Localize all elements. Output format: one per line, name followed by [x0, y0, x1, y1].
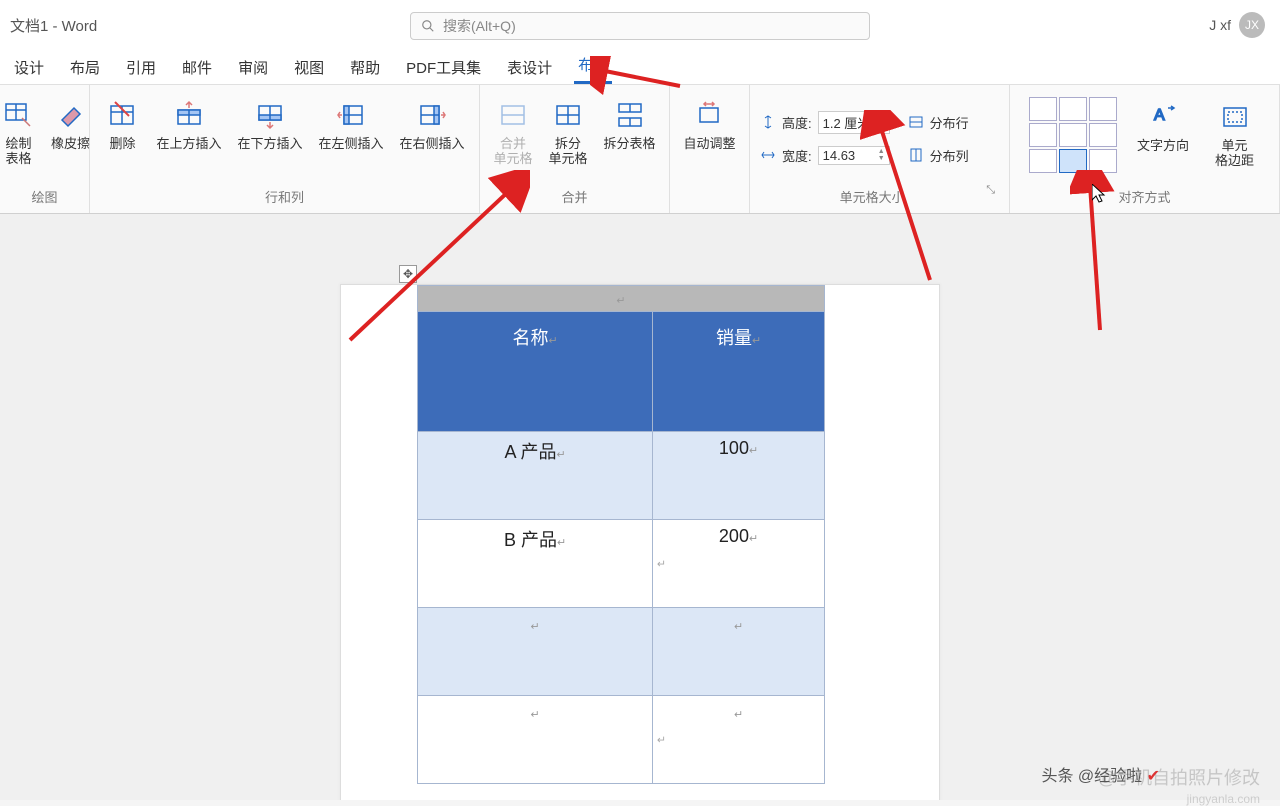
autofit-icon — [691, 97, 727, 133]
titlebar: 文档1 - Word 搜索(Alt+Q) J xf JX — [0, 0, 1280, 50]
document-canvas[interactable]: ✥ ↵ 名称↵↵ 销量↵ A 产品↵↵ 100↵ B 产品↵↵ 200↵ ↵↵ … — [0, 214, 1280, 800]
align-bc[interactable] — [1059, 149, 1087, 173]
merge-cells-button: 合并 单元格 — [487, 95, 538, 169]
tab-pdftools[interactable]: PDF工具集 — [402, 51, 485, 84]
insert-right-button[interactable]: 在右侧插入 — [394, 95, 471, 154]
table-cell[interactable]: ↵ — [653, 696, 825, 784]
cell-margins-button[interactable]: 单元 格边距 — [1209, 97, 1260, 171]
distribute-rows-button[interactable]: 分布行 — [908, 111, 969, 134]
height-icon — [760, 114, 776, 130]
search-icon — [421, 19, 435, 33]
split-cells-button[interactable]: 拆分 单元格 — [542, 95, 593, 169]
tab-view[interactable]: 视图 — [290, 51, 328, 84]
align-mc[interactable] — [1059, 123, 1087, 147]
group-label-draw: 绘图 — [2, 184, 87, 209]
group-label-cellsize: 单元格大小 — [758, 184, 986, 209]
document-title: 文档1 - Word — [10, 15, 97, 36]
table-cell[interactable]: ↵ — [653, 608, 825, 696]
search-input[interactable]: 搜索(Alt+Q) — [410, 12, 870, 40]
table-cell[interactable]: ↵↵ — [418, 696, 653, 784]
align-tr[interactable] — [1089, 97, 1117, 121]
autofit-button[interactable]: 自动调整 — [677, 95, 741, 154]
tab-references[interactable]: 引用 — [122, 51, 160, 84]
tab-mailings[interactable]: 邮件 — [178, 51, 216, 84]
watermark-brand: 头条 @经验啦 ✔ — [1041, 762, 1160, 786]
cursor-icon — [1092, 184, 1108, 204]
insert-left-button[interactable]: 在左侧插入 — [313, 95, 390, 154]
avatar: JX — [1239, 12, 1265, 38]
group-label-merge: 合并 — [482, 184, 667, 209]
tab-layout[interactable]: 布局 — [66, 51, 104, 84]
group-autofit: 自动调整 — [670, 85, 750, 213]
table-header-sales[interactable]: 销量↵ — [653, 312, 825, 432]
document-table[interactable]: ↵ 名称↵↵ 销量↵ A 产品↵↵ 100↵ B 产品↵↵ 200↵ ↵↵ ↵ … — [417, 285, 825, 784]
cellsize-dialog-launcher[interactable]: ⤡ — [986, 184, 1001, 209]
page: ✥ ↵ 名称↵↵ 销量↵ A 产品↵↵ 100↵ B 产品↵↵ 200↵ ↵↵ … — [340, 284, 940, 800]
cell-margins-icon — [1217, 99, 1253, 135]
tab-help[interactable]: 帮助 — [346, 51, 384, 84]
split-table-icon — [612, 97, 648, 133]
distribute-rows-icon — [908, 114, 924, 130]
user-area[interactable]: J xf JX — [1209, 12, 1265, 38]
tab-tabledesign[interactable]: 表设计 — [503, 51, 556, 84]
text-direction-icon: A — [1145, 99, 1181, 135]
align-mr[interactable] — [1089, 123, 1117, 147]
insert-above-button[interactable]: 在上方插入 — [150, 95, 227, 154]
insert-above-icon — [171, 97, 207, 133]
split-table-button[interactable]: 拆分表格 — [598, 95, 662, 154]
text-direction-button[interactable]: A 文字方向 — [1131, 97, 1195, 156]
merge-cells-icon — [495, 97, 531, 133]
align-grid — [1029, 97, 1117, 173]
insert-below-icon — [252, 97, 288, 133]
ribbon-tabs: 设计 布局 引用 邮件 审阅 视图 帮助 PDF工具集 表设计 布局 — [0, 50, 1280, 84]
table-cell[interactable]: A 产品↵↵ — [418, 432, 653, 520]
group-label-rowscols: 行和列 — [92, 184, 477, 209]
ribbon: 绘制 表格 橡皮擦 绘图 删除 在上方插入 在下方插入 — [0, 84, 1280, 214]
user-name: J xf — [1209, 17, 1231, 33]
tab-review[interactable]: 审阅 — [234, 51, 272, 84]
align-bl[interactable] — [1029, 149, 1057, 173]
align-br[interactable] — [1089, 149, 1117, 173]
table-header-name[interactable]: 名称↵↵ — [418, 312, 653, 432]
table-cell[interactable]: 100↵ — [653, 432, 825, 520]
height-field[interactable]: 高度: 1.2 厘米▲▼ — [760, 109, 890, 136]
group-cellsize: 高度: 1.2 厘米▲▼ 分布行 宽度: 14.63▲▼ 分布列 — [750, 85, 1010, 213]
insert-right-icon — [414, 97, 450, 133]
insert-below-button[interactable]: 在下方插入 — [231, 95, 308, 154]
split-cells-icon — [550, 97, 586, 133]
draw-table-icon — [1, 97, 37, 133]
search-placeholder: 搜索(Alt+Q) — [443, 16, 516, 36]
width-field[interactable]: 宽度: 14.63▲▼ — [760, 144, 890, 167]
group-merge: 合并 单元格 拆分 单元格 拆分表格 合并 — [480, 85, 670, 213]
table-top-row[interactable]: ↵ — [418, 286, 825, 312]
delete-icon — [104, 97, 140, 133]
group-align: A 文字方向 单元 格边距 对齐方式 — [1010, 85, 1280, 213]
align-ml[interactable] — [1029, 123, 1057, 147]
table-move-handle[interactable]: ✥ — [399, 265, 417, 283]
eraser-icon — [53, 97, 89, 133]
align-tc[interactable] — [1059, 97, 1087, 121]
eraser-button[interactable]: 橡皮擦 — [47, 95, 95, 154]
svg-text:A: A — [1154, 107, 1165, 124]
group-label-align: 对齐方式 — [1012, 184, 1277, 209]
align-tl[interactable] — [1029, 97, 1057, 121]
group-rows-cols: 删除 在上方插入 在下方插入 在左侧插入 在右侧插入 行和列 — [90, 85, 480, 213]
distribute-cols-button[interactable]: 分布列 — [908, 144, 969, 167]
tab-design[interactable]: 设计 — [10, 51, 48, 84]
group-draw: 绘制 表格 橡皮擦 绘图 — [0, 85, 90, 213]
watermark-url: jingyanla.com — [1187, 792, 1260, 806]
delete-button[interactable]: 删除 — [98, 95, 146, 154]
distribute-cols-icon — [908, 147, 924, 163]
insert-left-icon — [333, 97, 369, 133]
width-icon — [760, 147, 776, 163]
table-cell[interactable]: 200↵ — [653, 520, 825, 608]
tab-tablelayout[interactable]: 布局 — [574, 48, 612, 84]
table-cell[interactable]: ↵↵ — [418, 608, 653, 696]
draw-table-button[interactable]: 绘制 表格 — [0, 95, 43, 169]
table-cell[interactable]: B 产品↵↵ — [418, 520, 653, 608]
